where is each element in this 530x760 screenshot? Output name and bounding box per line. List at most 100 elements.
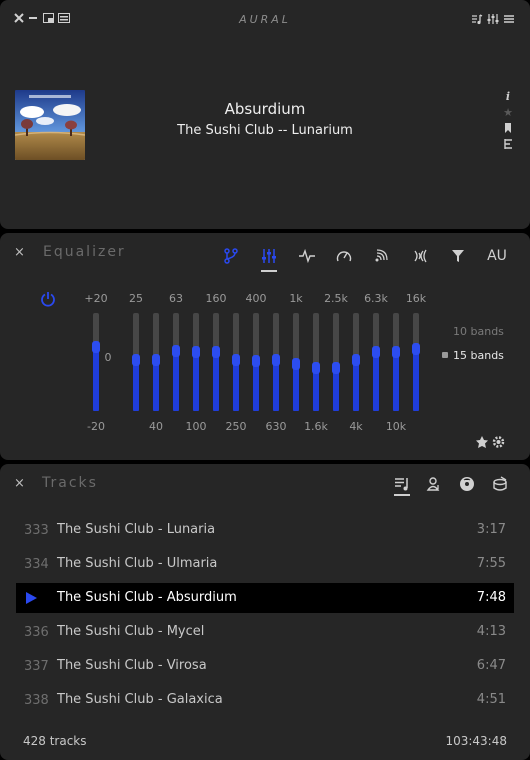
equalizer-close-button[interactable]: × bbox=[14, 245, 25, 260]
album-art bbox=[15, 90, 85, 160]
band-slider[interactable] bbox=[212, 313, 220, 411]
slider-fill bbox=[213, 352, 219, 411]
slider-fill bbox=[333, 367, 339, 411]
band-slider[interactable] bbox=[132, 313, 140, 411]
track-count: 428 tracks bbox=[23, 734, 87, 748]
eq-top-label: +20 bbox=[84, 292, 108, 305]
slider-fill bbox=[393, 352, 399, 411]
track-row[interactable]: 338 The Sushi Club - Galaxica 4:51 bbox=[16, 685, 514, 715]
band-slider[interactable] bbox=[352, 313, 360, 411]
au-tab[interactable]: AU bbox=[484, 243, 510, 269]
bookmark-icon[interactable] bbox=[502, 123, 514, 136]
band-slider[interactable] bbox=[312, 313, 320, 411]
save-preset-icon[interactable] bbox=[475, 434, 489, 453]
track-name: The Sushi Club - Lunaria bbox=[57, 522, 216, 537]
reverb-icon[interactable] bbox=[369, 243, 395, 269]
band-slider[interactable] bbox=[292, 313, 300, 411]
gauge-icon[interactable] bbox=[331, 243, 357, 269]
slider-fill bbox=[93, 347, 99, 411]
band-slider[interactable] bbox=[372, 313, 380, 411]
slider-fill bbox=[293, 363, 299, 411]
selected-band-marker bbox=[442, 352, 448, 358]
band-option-10[interactable]: 10 bands bbox=[453, 325, 504, 338]
list-icon[interactable] bbox=[502, 139, 514, 152]
tracks-title: Tracks bbox=[42, 475, 98, 491]
band-slider[interactable] bbox=[192, 313, 200, 411]
slider-knob[interactable] bbox=[372, 346, 380, 359]
settings-preset-icon[interactable] bbox=[491, 434, 506, 453]
track-row[interactable]: 333 The Sushi Club - Lunaria 3:17 bbox=[16, 515, 514, 545]
equalizer-toggle-icon[interactable] bbox=[487, 13, 499, 29]
band-slider[interactable] bbox=[332, 313, 340, 411]
power-icon[interactable] bbox=[40, 291, 56, 311]
band-option-15[interactable]: 15 bands bbox=[453, 349, 504, 362]
track-row[interactable]: The Sushi Club - Absurdium 7:48 bbox=[16, 583, 514, 613]
eq-bottom-label: 4k bbox=[349, 420, 363, 433]
slider-fill bbox=[253, 361, 259, 411]
track-number: 333 bbox=[24, 523, 49, 538]
player-panel: AURAL Absurdium The Sushi Club -- Lunari… bbox=[0, 0, 530, 229]
waveform-icon[interactable] bbox=[294, 243, 320, 269]
eq-top-label: 6.3k bbox=[364, 292, 388, 305]
tracks-close-button[interactable]: × bbox=[14, 476, 25, 491]
star-icon[interactable]: ★ bbox=[502, 106, 514, 119]
filter-icon[interactable] bbox=[445, 243, 471, 269]
artists-icon[interactable] bbox=[421, 471, 447, 497]
eq-top-label: 1k bbox=[289, 292, 303, 305]
slider-knob[interactable] bbox=[172, 345, 180, 358]
track-row[interactable]: 336 The Sushi Club - Mycel 4:13 bbox=[16, 617, 514, 647]
slider-fill bbox=[373, 352, 379, 411]
eq-bottom-label: 40 bbox=[149, 420, 163, 433]
track-duration: 4:51 bbox=[476, 692, 506, 707]
band-slider[interactable] bbox=[172, 313, 180, 411]
genres-icon[interactable] bbox=[487, 471, 513, 497]
band-slider[interactable] bbox=[272, 313, 280, 411]
slider-knob[interactable] bbox=[412, 343, 420, 356]
track-name: The Sushi Club - Virosa bbox=[57, 658, 207, 673]
slider-knob[interactable] bbox=[252, 355, 260, 368]
band-slider[interactable] bbox=[412, 313, 420, 411]
slider-knob[interactable] bbox=[352, 354, 360, 367]
slider-knob[interactable] bbox=[92, 341, 100, 354]
track-row[interactable]: 334 The Sushi Club - Ulmaria 7:55 bbox=[16, 549, 514, 579]
slider-fill bbox=[413, 349, 419, 411]
slider-knob[interactable] bbox=[132, 354, 140, 367]
equalizer-title: Equalizer bbox=[43, 244, 126, 260]
track-row[interactable]: 337 The Sushi Club - Virosa 6:47 bbox=[16, 651, 514, 681]
track-name: The Sushi Club - Ulmaria bbox=[57, 556, 218, 571]
slider-knob[interactable] bbox=[332, 361, 340, 374]
eq-bottom-label: 100 bbox=[185, 420, 207, 433]
playlist-icon[interactable] bbox=[471, 13, 483, 29]
eq-bottom-label: 10k bbox=[385, 420, 407, 433]
slider-knob[interactable] bbox=[312, 361, 320, 374]
band-slider[interactable] bbox=[252, 313, 260, 411]
info-icon[interactable]: i bbox=[502, 90, 514, 103]
slider-fill bbox=[193, 352, 199, 411]
track-artist-album: The Sushi Club -- Lunarium bbox=[177, 123, 353, 138]
band-slider[interactable] bbox=[232, 313, 240, 411]
fork-icon[interactable] bbox=[218, 243, 244, 269]
track-duration: 3:17 bbox=[476, 522, 506, 537]
slider-knob[interactable] bbox=[292, 357, 300, 370]
slider-knob[interactable] bbox=[192, 346, 200, 359]
track-name: The Sushi Club - Mycel bbox=[57, 624, 205, 639]
slider-knob[interactable] bbox=[232, 354, 240, 367]
equalizer-panel: × Equalizer AU +20 25 63 160 400 1k 2.5k 6.3k 16… bbox=[0, 233, 530, 460]
sliders-icon[interactable] bbox=[256, 243, 282, 269]
slider-fill bbox=[273, 360, 279, 411]
albums-icon[interactable] bbox=[454, 471, 480, 497]
delay-icon[interactable] bbox=[407, 243, 433, 269]
track-duration: 6:47 bbox=[476, 658, 506, 673]
band-slider[interactable] bbox=[392, 313, 400, 411]
eq-top-label: 16k bbox=[405, 292, 427, 305]
track-duration: 7:55 bbox=[476, 556, 506, 571]
slider-knob[interactable] bbox=[392, 346, 400, 359]
band-slider[interactable] bbox=[152, 313, 160, 411]
now-playing-icon bbox=[26, 592, 37, 604]
slider-knob[interactable] bbox=[212, 346, 220, 359]
slider-knob[interactable] bbox=[272, 354, 280, 367]
preamp-slider[interactable] bbox=[92, 313, 100, 411]
slider-knob[interactable] bbox=[152, 354, 160, 367]
menu-icon[interactable] bbox=[503, 13, 515, 29]
eq-bottom-label: 630 bbox=[265, 420, 287, 433]
